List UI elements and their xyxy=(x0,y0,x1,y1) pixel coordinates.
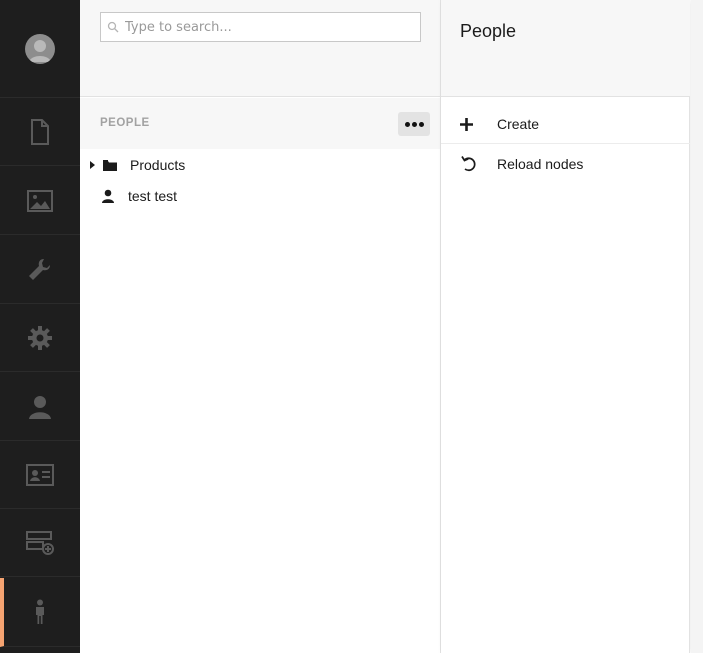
avatar[interactable] xyxy=(25,33,55,64)
section-members[interactable] xyxy=(0,441,80,509)
search-box[interactable] xyxy=(100,12,421,42)
actions-panel: People Create Reload nodes xyxy=(441,0,690,653)
form-icon xyxy=(26,530,54,555)
section-media[interactable] xyxy=(0,167,80,235)
plus-icon xyxy=(460,117,473,131)
tree-section-bar: PEOPLE xyxy=(80,98,440,149)
tree-node-label: Products xyxy=(130,157,186,173)
dot xyxy=(404,121,410,127)
search-icon xyxy=(107,21,119,33)
tree-node-label: test test xyxy=(128,188,178,204)
wrench-icon xyxy=(29,258,50,280)
section-settings[interactable] xyxy=(0,236,80,304)
create-action[interactable]: Create xyxy=(441,104,690,144)
section-navigation xyxy=(0,0,80,653)
section-developer[interactable] xyxy=(0,304,80,372)
actions-header: People xyxy=(441,0,690,97)
tree-section-title: PEOPLE xyxy=(100,117,150,129)
id-card-icon xyxy=(26,463,54,486)
tree-node-products[interactable]: Products xyxy=(80,150,440,180)
image-icon xyxy=(27,189,53,212)
tree-options-button[interactable] xyxy=(398,112,430,136)
reload-nodes-label: Reload nodes xyxy=(497,156,584,172)
create-label: Create xyxy=(497,116,540,132)
tree-node-test-test[interactable]: test test xyxy=(80,181,440,211)
search-input[interactable] xyxy=(125,14,415,40)
section-forms[interactable] xyxy=(0,509,80,577)
user-icon xyxy=(102,189,114,203)
section-people[interactable] xyxy=(0,578,80,647)
folder-icon xyxy=(103,160,117,171)
expand-caret-icon[interactable] xyxy=(90,161,95,169)
document-icon xyxy=(31,118,49,145)
section-users[interactable] xyxy=(0,373,80,441)
dot xyxy=(411,121,417,127)
avatar-person-icon xyxy=(29,39,51,62)
gear-icon xyxy=(28,325,52,350)
section-content[interactable] xyxy=(0,98,80,166)
reload-icon xyxy=(461,156,476,172)
user-icon xyxy=(29,395,51,419)
actions-title: People xyxy=(460,21,517,41)
right-gutter xyxy=(691,0,703,653)
tree-header xyxy=(80,0,440,97)
person-standing-icon xyxy=(36,599,44,624)
user-avatar-area xyxy=(0,0,80,98)
dot xyxy=(418,121,424,127)
tree-panel: PEOPLE Products test test xyxy=(80,0,441,653)
reload-nodes-action[interactable]: Reload nodes xyxy=(441,144,690,184)
